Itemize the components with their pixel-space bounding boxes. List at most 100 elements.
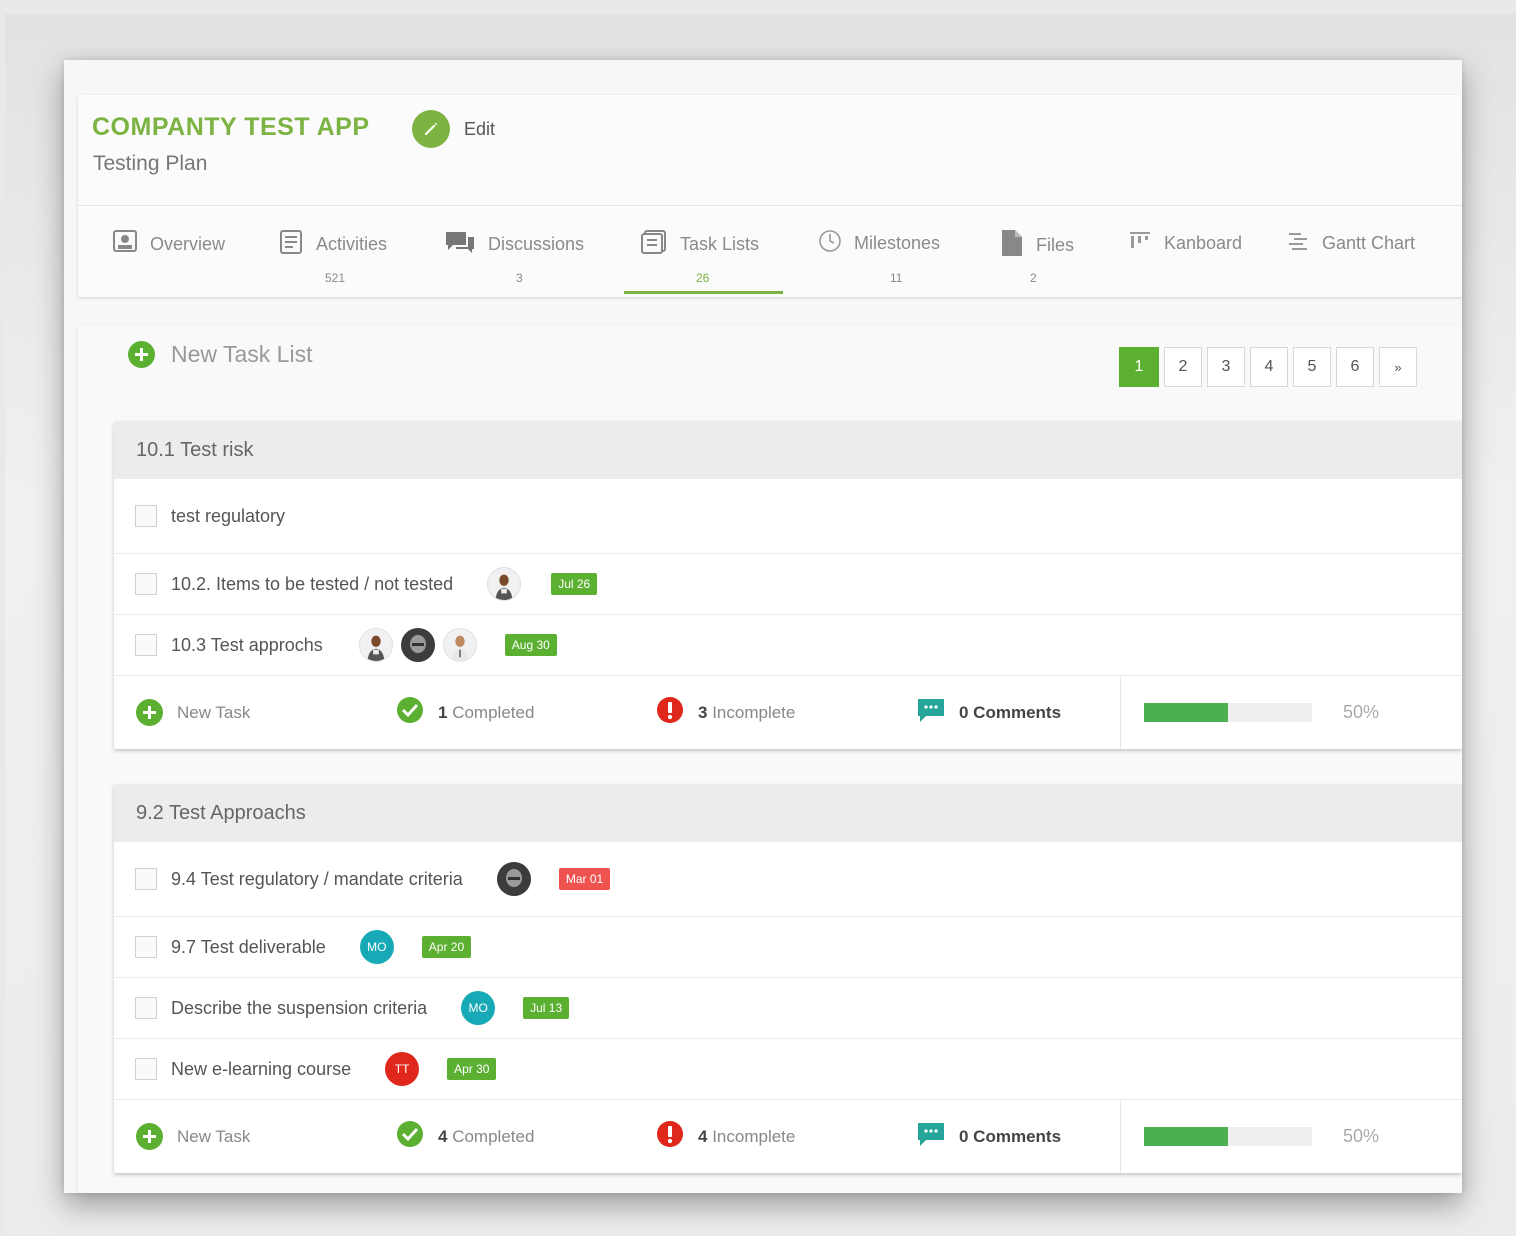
milestones-icon xyxy=(818,229,842,258)
task-name[interactable]: test regulatory xyxy=(171,506,285,527)
assignee-avatars xyxy=(487,567,522,601)
assignee-avatars: MO xyxy=(359,930,394,964)
tab-count: 521 xyxy=(325,271,346,285)
page-button-6[interactable]: 6 xyxy=(1336,347,1374,387)
active-tab-indicator xyxy=(624,291,783,294)
tab-count: 2 xyxy=(1030,271,1037,285)
overview-icon xyxy=(112,229,138,260)
completed-count[interactable]: 4 Completed xyxy=(396,1100,534,1173)
avatar[interactable] xyxy=(442,628,477,662)
task-name[interactable]: 9.4 Test regulatory / mandate criteria xyxy=(171,869,463,890)
tabs-divider xyxy=(78,205,1462,206)
new-task-label: New Task xyxy=(177,702,251,722)
assignee-avatars xyxy=(496,862,531,896)
plus-circle-icon xyxy=(136,1123,163,1150)
next-page-button[interactable]: » xyxy=(1379,347,1417,387)
avatar[interactable]: MO xyxy=(461,991,496,1025)
completed-number: 4 xyxy=(438,1126,448,1146)
progress-bar xyxy=(1144,1127,1312,1146)
new-task-list-button[interactable]: New Task List xyxy=(128,341,312,368)
task-checkbox[interactable] xyxy=(135,997,157,1019)
due-date-badge: Aug 30 xyxy=(504,634,557,656)
edit-label: Edit xyxy=(464,118,496,139)
tab-count: 3 xyxy=(516,271,523,285)
edit-button[interactable]: Edit xyxy=(412,110,495,148)
task-name[interactable]: 10.2. Items to be tested / not tested xyxy=(171,574,453,595)
activities-icon xyxy=(278,229,304,260)
task-row: 10.2. Items to be tested / not tested Ju… xyxy=(114,554,1462,615)
page-button-2[interactable]: 2 xyxy=(1164,347,1202,387)
due-date-badge: Jul 13 xyxy=(523,997,570,1019)
completed-count[interactable]: 1 Completed xyxy=(396,676,534,749)
files-icon xyxy=(1000,229,1024,262)
project-subtitle: Testing Plan xyxy=(93,152,208,175)
task-checkbox[interactable] xyxy=(135,505,157,527)
tab-count: 26 xyxy=(696,271,710,285)
tab-label: Task Lists xyxy=(680,234,760,254)
task-name[interactable]: 9.7 Test deliverable xyxy=(171,937,326,958)
footer-divider xyxy=(1120,676,1121,749)
incomplete-count[interactable]: 3 Incomplete xyxy=(656,676,795,749)
comments-count[interactable]: 0 Comments xyxy=(917,1100,1061,1173)
assignee-avatars: TT xyxy=(385,1052,420,1086)
page-button-4[interactable]: 4 xyxy=(1250,347,1288,387)
task-row: 9.7 Test deliverable MO Apr 20 xyxy=(114,917,1462,978)
avatar[interactable] xyxy=(400,628,435,662)
avatar[interactable] xyxy=(496,862,531,896)
alert-icon xyxy=(656,1120,684,1153)
project-header: COMPANTY TEST APP Testing Plan Edit Over… xyxy=(78,95,1462,297)
incomplete-label: Incomplete xyxy=(712,1126,796,1146)
plus-circle-icon xyxy=(128,341,155,368)
comments-count[interactable]: 0 Comments xyxy=(917,676,1061,749)
avatar[interactable] xyxy=(358,628,393,662)
comments-label: 0 Comments xyxy=(959,702,1062,722)
app-title: COMPANTY TEST APP xyxy=(92,113,370,141)
incomplete-count[interactable]: 4 Incomplete xyxy=(656,1100,795,1173)
task-name[interactable]: Describe the suspension criteria xyxy=(171,998,427,1019)
task-row: 9.4 Test regulatory / mandate criteria M… xyxy=(114,842,1462,917)
check-circle-icon xyxy=(396,696,424,729)
pagination: 1 2 3 4 5 6 » xyxy=(1119,347,1417,387)
progress-percent: 50% xyxy=(1343,702,1380,722)
task-row: 10.3 Test approchs Aug 30 xyxy=(114,615,1462,676)
kanboard-icon xyxy=(1128,229,1152,258)
comment-icon xyxy=(917,697,945,728)
incomplete-label: Incomplete xyxy=(712,702,796,722)
new-task-label: New Task xyxy=(177,1126,251,1146)
page-button-1[interactable]: 1 xyxy=(1119,347,1159,387)
tab-label: Gantt Chart xyxy=(1322,233,1416,253)
task-checkbox[interactable] xyxy=(135,634,157,656)
app-window: COMPANTY TEST APP Testing Plan Edit Over… xyxy=(64,60,1462,1193)
progress-percent: 50% xyxy=(1343,1126,1380,1146)
new-task-button[interactable]: New Task xyxy=(136,1100,250,1173)
task-checkbox[interactable] xyxy=(135,868,157,890)
footer-divider xyxy=(1120,1100,1121,1173)
new-task-button[interactable]: New Task xyxy=(136,676,250,749)
due-date-badge: Apr 30 xyxy=(447,1058,497,1080)
task-checkbox[interactable] xyxy=(135,1058,157,1080)
task-row: New e-learning course TT Apr 30 xyxy=(114,1039,1462,1100)
task-lists-icon xyxy=(640,229,668,260)
task-list-card: 10.1 Test risk test regulatory 10.2. Ite… xyxy=(114,421,1462,749)
check-circle-icon xyxy=(396,1120,424,1153)
avatar[interactable] xyxy=(487,567,522,601)
new-task-list-label: New Task List xyxy=(171,341,313,367)
page-button-3[interactable]: 3 xyxy=(1207,347,1245,387)
progress-bar xyxy=(1144,703,1312,722)
task-list-footer: New Task 1 Completed 3 Incomplete 0 Comm… xyxy=(114,676,1462,749)
task-checkbox[interactable] xyxy=(135,936,157,958)
task-list-title[interactable]: 10.1 Test risk xyxy=(114,421,1462,479)
due-date-badge: Jul 26 xyxy=(551,573,598,595)
tab-label: Milestones xyxy=(854,233,941,253)
comment-icon xyxy=(917,1121,945,1152)
avatar[interactable]: TT xyxy=(385,1052,420,1086)
task-list-title[interactable]: 9.2 Test Approachs xyxy=(114,784,1462,842)
task-name[interactable]: 10.3 Test approchs xyxy=(171,635,323,656)
task-checkbox[interactable] xyxy=(135,573,157,595)
page-button-5[interactable]: 5 xyxy=(1293,347,1331,387)
gantt-chart-icon xyxy=(1286,229,1310,258)
assignee-avatars xyxy=(358,628,477,662)
task-name[interactable]: New e-learning course xyxy=(171,1059,351,1080)
due-date-badge: Mar 01 xyxy=(558,868,611,890)
avatar[interactable]: MO xyxy=(359,930,394,964)
